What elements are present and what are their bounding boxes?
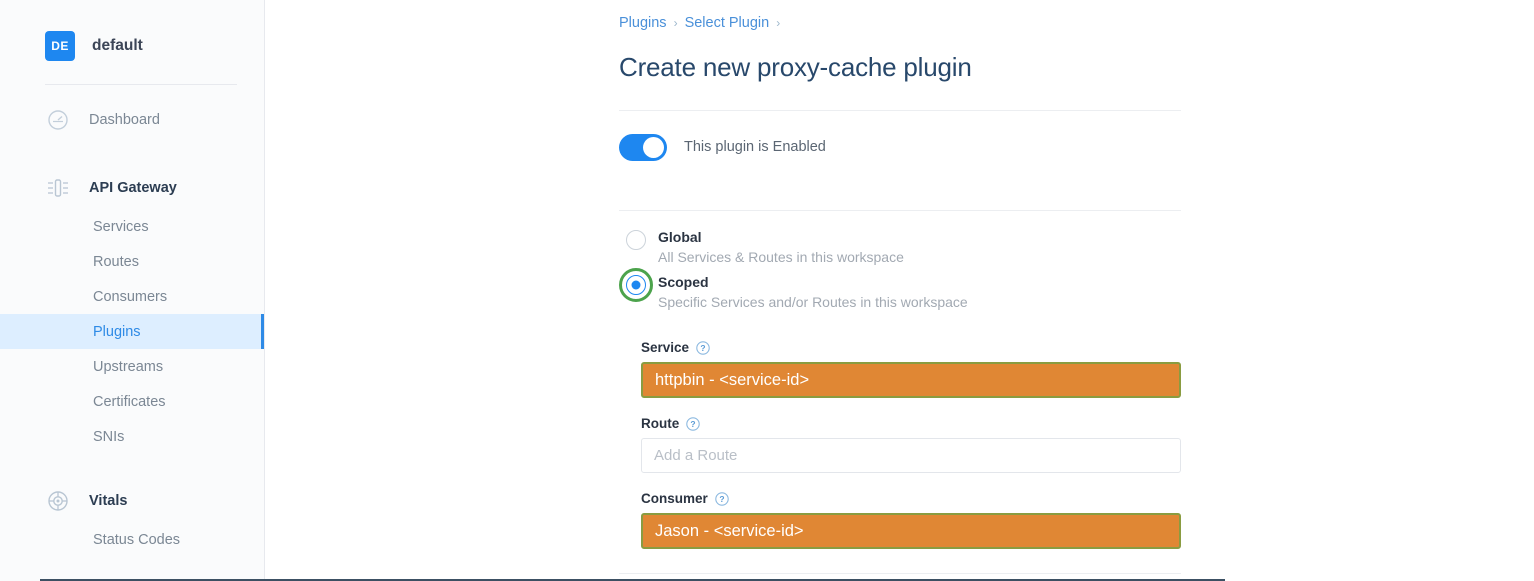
- scope-option-scoped[interactable]: Scoped Specific Services and/or Routes i…: [619, 268, 1181, 313]
- scoped-radio[interactable]: [626, 275, 646, 295]
- breadcrumb: Plugins › Select Plugin ›: [619, 0, 1181, 31]
- sidebar-item-certificates[interactable]: Certificates: [0, 384, 264, 419]
- svg-text:?: ?: [719, 494, 724, 504]
- sidebar-item-snis-label: SNIs: [93, 428, 125, 445]
- workspace-header[interactable]: DE default: [0, 0, 264, 62]
- sidebar-item-routes[interactable]: Routes: [0, 244, 264, 279]
- help-icon[interactable]: ?: [696, 340, 710, 355]
- sidebar-item-plugins[interactable]: Plugins: [0, 314, 264, 349]
- sidebar-item-status-codes[interactable]: Status Codes: [0, 522, 264, 557]
- nav-spacer-2: [0, 458, 264, 480]
- sidebar-item-api-gateway[interactable]: API Gateway: [0, 167, 264, 209]
- workspace-name: default: [92, 37, 143, 54]
- sidebar-nav: Dashboard API Gateway Services Routes Co…: [0, 85, 264, 557]
- breadcrumb-separator-1: ›: [673, 16, 678, 30]
- sidebar-item-vitals-label: Vitals: [89, 493, 128, 509]
- consumer-label: Consumer: [641, 491, 708, 506]
- route-label-row: Route ?: [619, 416, 1181, 431]
- sidebar-item-upstreams-label: Upstreams: [93, 358, 164, 375]
- scoped-fields: Service ? httpbin - <service-id> Route ?…: [619, 318, 1181, 574]
- breadcrumb-plugins[interactable]: Plugins: [619, 15, 667, 31]
- scope-option-global[interactable]: Global All Services & Routes in this wor…: [619, 228, 1181, 268]
- nav-group-api-gateway: API Gateway Services Routes Consumers Pl…: [0, 167, 264, 454]
- service-input[interactable]: httpbin - <service-id>: [641, 362, 1181, 398]
- sidebar-item-vitals[interactable]: Vitals: [0, 480, 264, 522]
- gauge-icon: [45, 107, 71, 133]
- sidebar-item-api-gateway-label: API Gateway: [89, 180, 177, 196]
- sidebar-item-consumers-label: Consumers: [93, 288, 168, 305]
- gateway-icon: [45, 175, 71, 201]
- nav-group-dashboard: Dashboard: [0, 99, 264, 141]
- service-label-row: Service ?: [619, 340, 1181, 355]
- global-radio-wrapper: [619, 223, 653, 257]
- sidebar-item-status-codes-label: Status Codes: [93, 531, 181, 548]
- global-radio[interactable]: [626, 230, 646, 250]
- breadcrumb-select-plugin[interactable]: Select Plugin: [685, 15, 770, 31]
- enable-plugin-row: This plugin is Enabled: [619, 111, 1181, 183]
- sidebar-item-certificates-label: Certificates: [93, 393, 166, 410]
- svg-text:?: ?: [691, 419, 696, 429]
- sidebar-item-services-label: Services: [93, 218, 149, 235]
- scoped-description: Specific Services and/or Routes in this …: [658, 294, 968, 310]
- sidebar-item-dashboard[interactable]: Dashboard: [0, 99, 264, 141]
- service-label: Service: [641, 340, 690, 355]
- sidebar: DE default Dashboard API Gateway Service…: [0, 0, 265, 581]
- scoped-title: Scoped: [658, 274, 709, 290]
- vitals-icon: [45, 488, 71, 514]
- fields-bottom-divider: [619, 573, 1181, 574]
- route-input[interactable]: Add a Route: [641, 438, 1181, 473]
- help-icon[interactable]: ?: [686, 416, 700, 431]
- scoped-texts: Scoped Specific Services and/or Routes i…: [658, 273, 968, 313]
- sidebar-item-upstreams[interactable]: Upstreams: [0, 349, 264, 384]
- workspace-badge: DE: [45, 31, 75, 61]
- sidebar-item-services[interactable]: Services: [0, 209, 264, 244]
- sidebar-item-plugins-label: Plugins: [93, 323, 141, 340]
- consumer-field: Consumer ? Jason - <service-id>: [619, 491, 1181, 549]
- global-description: All Services & Routes in this workspace: [658, 249, 904, 265]
- service-field: Service ? httpbin - <service-id>: [619, 340, 1181, 398]
- enable-plugin-label: This plugin is Enabled: [684, 139, 826, 155]
- help-icon[interactable]: ?: [715, 491, 729, 506]
- page-title: Create new proxy-cache plugin: [619, 52, 972, 82]
- scoped-radio-wrapper: [619, 268, 653, 302]
- form-container: Plugins › Select Plugin › Create new pro…: [619, 0, 1181, 574]
- main-content: Plugins › Select Plugin › Create new pro…: [265, 0, 1534, 581]
- sidebar-item-routes-label: Routes: [93, 253, 139, 270]
- sidebar-item-dashboard-label: Dashboard: [89, 112, 160, 128]
- route-label: Route: [641, 416, 680, 431]
- sidebar-item-snis[interactable]: SNIs: [0, 419, 264, 454]
- route-field: Route ? Add a Route: [619, 416, 1181, 473]
- global-title: Global: [658, 229, 702, 245]
- enable-plugin-toggle[interactable]: [619, 133, 667, 161]
- nav-group-vitals: Vitals Status Codes: [0, 480, 264, 557]
- breadcrumb-separator-2: ›: [776, 16, 781, 30]
- consumer-input[interactable]: Jason - <service-id>: [641, 513, 1181, 549]
- svg-text:?: ?: [700, 343, 705, 353]
- global-texts: Global All Services & Routes in this wor…: [658, 228, 904, 268]
- consumer-label-row: Consumer ?: [619, 491, 1181, 506]
- toggle-knob: [643, 136, 664, 158]
- nav-spacer-1: [0, 145, 264, 167]
- scope-radio-group: Global All Services & Routes in this wor…: [619, 211, 1181, 313]
- app-root: DE default Dashboard API Gateway Service…: [0, 0, 1534, 581]
- sidebar-item-consumers[interactable]: Consumers: [0, 279, 264, 314]
